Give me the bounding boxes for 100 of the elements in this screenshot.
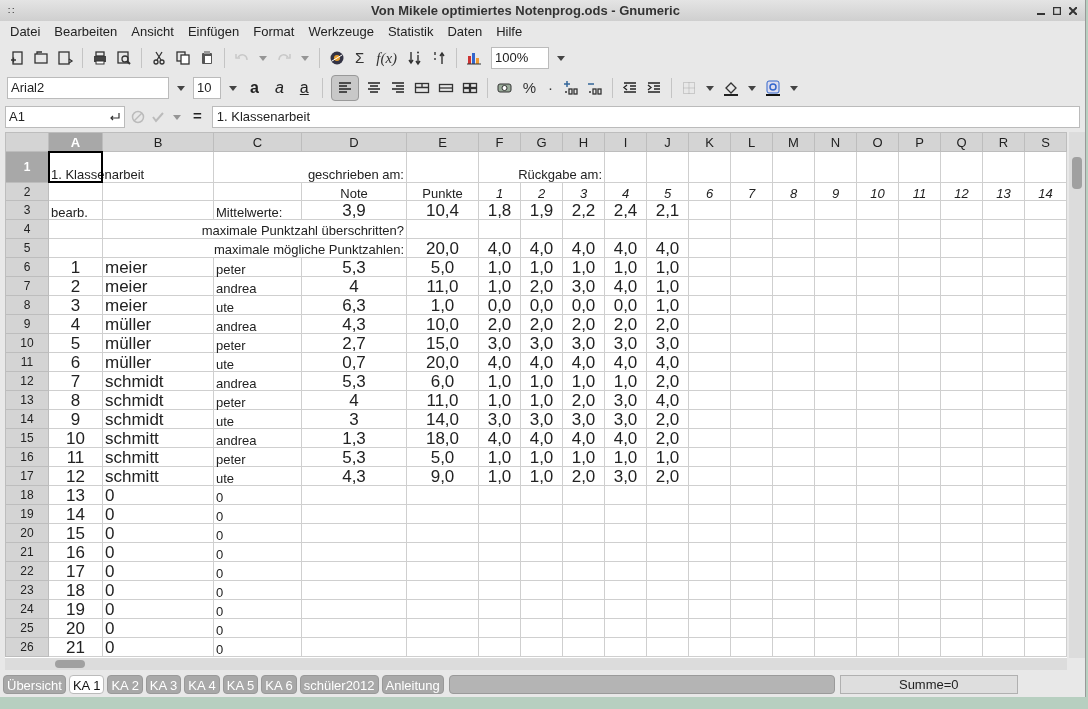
- table-cell: 1,0: [655, 258, 680, 277]
- table-cell: 3: [349, 410, 359, 429]
- name-box[interactable]: A1: [5, 105, 125, 128]
- table-cell: 3,0: [571, 334, 596, 353]
- font-size-field[interactable]: 10: [193, 77, 221, 99]
- maximize-icon[interactable]: [1053, 6, 1061, 15]
- table-cell: 5,0: [430, 448, 455, 467]
- menu-item[interactable]: Ansicht: [124, 22, 181, 42]
- column-header[interactable]: L: [730, 132, 773, 152]
- enter-icon[interactable]: [109, 111, 121, 122]
- column-header[interactable]: B: [102, 132, 214, 152]
- paint-bucket-icon[interactable]: [722, 80, 741, 96]
- print-preview-icon[interactable]: [115, 50, 133, 66]
- table-cell: 1: [70, 258, 81, 277]
- menu-item[interactable]: Einfügen: [180, 22, 247, 42]
- menu-item[interactable]: Format: [246, 22, 302, 42]
- toolbar-button[interactable]: %: [519, 76, 540, 100]
- toolbar-toggle-button[interactable]: [330, 75, 359, 101]
- toolbar-button[interactable]: ·: [545, 76, 557, 100]
- table-cell: 3,0: [487, 334, 512, 353]
- table-cell: 18,0: [425, 429, 460, 448]
- new-document-icon[interactable]: [8, 50, 26, 66]
- column-header[interactable]: F: [478, 132, 521, 152]
- toolbar-button[interactable]: Σ: [352, 46, 368, 70]
- globe-icon[interactable]: [328, 50, 346, 66]
- column-header[interactable]: G: [520, 132, 563, 152]
- italic-button[interactable]: a: [269, 78, 289, 98]
- table-cell: 2,7: [342, 334, 366, 353]
- column-header[interactable]: E: [406, 132, 479, 152]
- table-cell: 13: [996, 186, 1011, 201]
- split-cells-icon[interactable]: [460, 80, 479, 96]
- remove-decimal-icon[interactable]: [586, 80, 605, 96]
- scrollbar-thumb[interactable]: [55, 660, 85, 668]
- table-cell: 20: [66, 619, 85, 638]
- zoom-field[interactable]: 100%: [491, 47, 550, 69]
- menu-item[interactable]: Statistik: [380, 22, 441, 42]
- menu-item[interactable]: Werkzeuge: [301, 22, 381, 42]
- table-cell: 1: [495, 186, 504, 201]
- menu-item[interactable]: Bearbeiten: [47, 22, 125, 42]
- column-header[interactable]: R: [982, 132, 1025, 152]
- menu-item[interactable]: Daten: [440, 22, 490, 42]
- table-cell: 0,0: [571, 296, 596, 315]
- corner-cell[interactable]: [5, 132, 49, 152]
- toolbar-button[interactable]: f(x): [373, 46, 401, 70]
- equals-sign: =: [192, 106, 203, 127]
- add-decimal-icon[interactable]: [562, 80, 581, 96]
- sheet-tab[interactable]: KA 1: [68, 674, 105, 694]
- table-cell: andrea: [216, 281, 257, 296]
- table-cell: 0: [105, 543, 115, 562]
- column-header[interactable]: Q: [940, 132, 983, 152]
- table-cell: 3,0: [613, 467, 638, 486]
- column-header[interactable]: P: [898, 132, 941, 152]
- table-cell: 2,0: [655, 467, 680, 486]
- close-icon[interactable]: [1069, 6, 1077, 15]
- font-name-field[interactable]: Arial2: [7, 77, 169, 99]
- table-cell: 4,0: [529, 429, 554, 448]
- table-cell: 2,1: [655, 201, 680, 220]
- table-cell: 0: [105, 600, 115, 619]
- table-cell: 4,0: [529, 239, 554, 258]
- table-cell: meier: [105, 296, 148, 315]
- column-header[interactable]: O: [856, 132, 899, 152]
- folder-icon[interactable]: [32, 50, 50, 66]
- table-cell: 2,0: [571, 315, 596, 334]
- table-cell: 20,0: [425, 239, 460, 258]
- column-header[interactable]: D: [301, 132, 407, 152]
- menu-item[interactable]: Hilfe: [489, 22, 530, 42]
- table-cell: 20,0: [425, 353, 460, 372]
- column-header[interactable]: I: [604, 132, 647, 152]
- merge-cells-icon[interactable]: [412, 80, 431, 96]
- column-header[interactable]: S: [1024, 132, 1067, 152]
- formula-field[interactable]: 1. Klassenarbeit: [211, 105, 1080, 128]
- font-color-icon[interactable]: [764, 80, 783, 96]
- horizontal-scrollbar[interactable]: [5, 658, 1067, 670]
- table-cell: andrea: [216, 319, 257, 334]
- table-cell: 10,4: [425, 201, 460, 220]
- bold-button[interactable]: a: [245, 78, 264, 98]
- underline-button[interactable]: a: [294, 78, 314, 98]
- table-cell: ute: [216, 357, 235, 372]
- copy-icon[interactable]: [174, 50, 192, 66]
- column-header[interactable]: H: [562, 132, 605, 152]
- column-header[interactable]: K: [688, 132, 731, 152]
- table-cell: peter: [216, 262, 246, 277]
- table-cell: 4,0: [613, 277, 638, 296]
- bar-chart-icon[interactable]: [465, 50, 484, 66]
- money-icon[interactable]: [495, 80, 514, 96]
- column-header[interactable]: J: [646, 132, 689, 152]
- table-cell: 3,0: [571, 410, 596, 429]
- table-cell: meier: [105, 258, 148, 277]
- scrollbar-thumb[interactable]: [1072, 157, 1082, 189]
- table-cell: Mittelwerte:: [216, 205, 283, 220]
- window-menu-icon[interactable]: ∷: [8, 3, 14, 18]
- table-cell: 1,0: [529, 448, 554, 467]
- vertical-scrollbar[interactable]: [1069, 132, 1085, 658]
- menu-item[interactable]: Datei: [3, 22, 48, 42]
- scissors-icon[interactable]: [150, 50, 168, 66]
- printer-icon[interactable]: [91, 50, 109, 66]
- table-cell: 4,0: [613, 239, 638, 258]
- column-header[interactable]: M: [772, 132, 815, 152]
- column-header[interactable]: C: [213, 132, 302, 152]
- column-header[interactable]: N: [814, 132, 857, 152]
